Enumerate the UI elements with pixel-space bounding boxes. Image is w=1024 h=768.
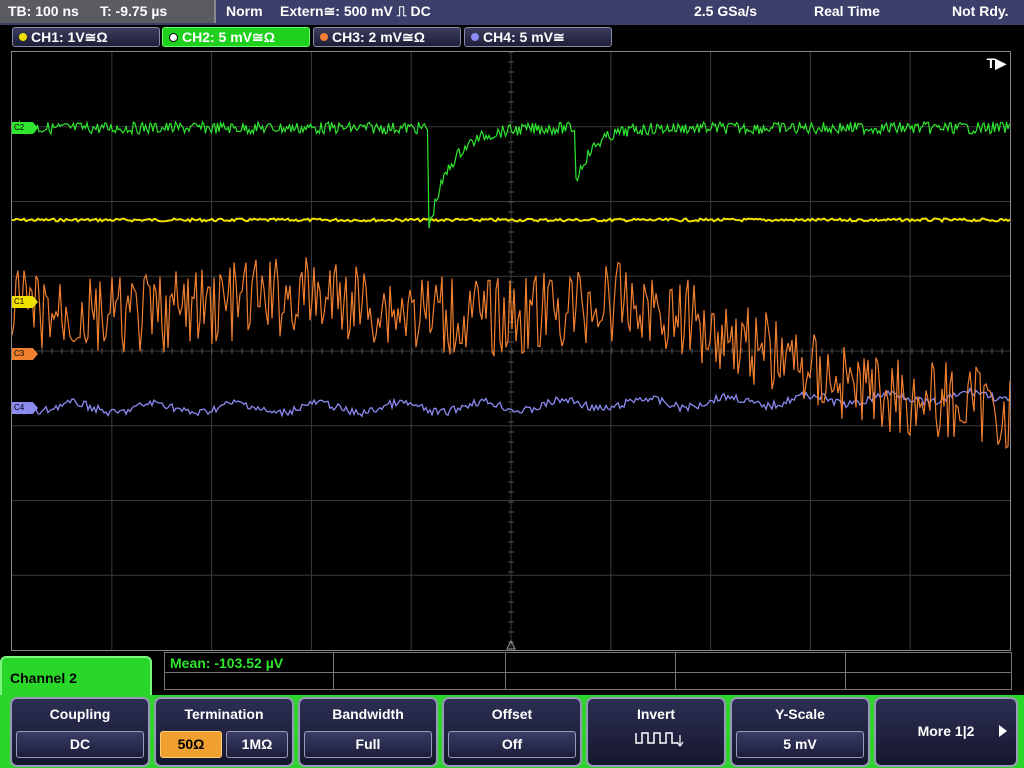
status-bar: TB: 100 ns T: -9.75 µs Norm Extern≅: 500… [0,0,1024,25]
termination-title: Termination [184,706,264,722]
ch3-offset-marker[interactable]: C3 [12,348,38,360]
menu-title: Channel 2 [10,670,77,686]
offset-title: Offset [491,706,533,722]
ch3-dot-icon [320,33,328,42]
yscale-softkey[interactable]: Y-Scale 5 mV [730,697,870,767]
channel-tabs: CH1: 1V≅Ω CH2: 5 mV≅Ω CH3: 2 mV≅Ω CH4: 5… [0,26,1024,50]
trigger-position-marker[interactable]: T▶ [987,55,1006,72]
offset-value-button[interactable]: Off [448,731,576,758]
run-state: Not Rdy. [952,3,1009,19]
timebase-readout: TB: 100 ns [8,3,79,19]
right-arrow-icon [999,725,1007,737]
ch4-dot-icon [471,33,479,42]
tab-ch2-label: CH2: 5 mV≅Ω [182,29,275,45]
termination-1mohm-button[interactable]: 1MΩ [226,731,288,758]
coupling-value-button[interactable]: DC [16,731,144,758]
measurement-divider [845,653,846,690]
measurement-divider [333,653,334,690]
tab-ch4[interactable]: CH4: 5 mV≅ [464,27,612,47]
coupling-softkey[interactable]: Coupling DC [10,697,150,767]
bandwidth-title: Bandwidth [332,706,404,722]
tab-ch1[interactable]: CH1: 1V≅Ω [12,27,160,47]
measurement-row [165,653,1011,673]
yscale-title: Y-Scale [775,706,825,722]
tab-ch1-label: CH1: 1V≅Ω [31,29,108,45]
termination-50ohm-button[interactable]: 50Ω [160,731,222,758]
trigger-source[interactable]: Extern≅: 500 mV ⎍ DC [280,3,431,20]
bandwidth-value-button[interactable]: Full [304,731,432,758]
measurement-divider [675,653,676,690]
measurement-divider [505,653,506,690]
trigger-mode[interactable]: Norm [226,3,263,19]
tab-ch4-label: CH4: 5 mV≅ [483,29,565,45]
waveform-display[interactable]: T▶ C2 C1 C3 C4 [11,51,1011,651]
acquisition-mode: Real Time [814,3,880,19]
invert-wave-icon [635,732,684,747]
ch4-offset-marker[interactable]: C4 [12,402,38,414]
ch2-dot-icon [169,32,178,42]
waveform-canvas [12,52,1010,650]
offset-softkey[interactable]: Offset Off [442,697,582,767]
measurement-panel: Mean: -103.52 µV [164,652,1012,690]
invert-softkey[interactable]: Invert [586,697,726,767]
coupling-title: Coupling [49,706,111,722]
more-softkey[interactable]: More 1|2 [874,697,1018,767]
tab-ch3[interactable]: CH3: 2 mV≅Ω [313,27,461,47]
tab-ch3-label: CH3: 2 mV≅Ω [332,29,425,45]
invert-title: Invert [636,706,676,722]
sample-rate: 2.5 GSa/s [694,3,758,19]
termination-softkey[interactable]: Termination 50Ω 1MΩ [154,697,294,767]
more-title: More 1|2 [917,723,975,739]
ch1-offset-marker[interactable]: C1 [12,296,38,308]
mean-measurement: Mean: -103.52 µV [170,655,284,671]
ch2-offset-marker[interactable]: C2 [12,122,38,134]
timebase-box[interactable]: TB: 100 ns T: -9.75 µs [0,0,216,23]
ch1-dot-icon [19,33,27,42]
bandwidth-softkey[interactable]: Bandwidth Full [298,697,438,767]
trigger-time-readout: T: -9.75 µs [100,3,168,19]
yscale-value-button[interactable]: 5 mV [736,731,864,758]
tab-ch2[interactable]: CH2: 5 mV≅Ω [162,27,310,47]
menu-title-tab: Channel 2 [0,656,152,700]
